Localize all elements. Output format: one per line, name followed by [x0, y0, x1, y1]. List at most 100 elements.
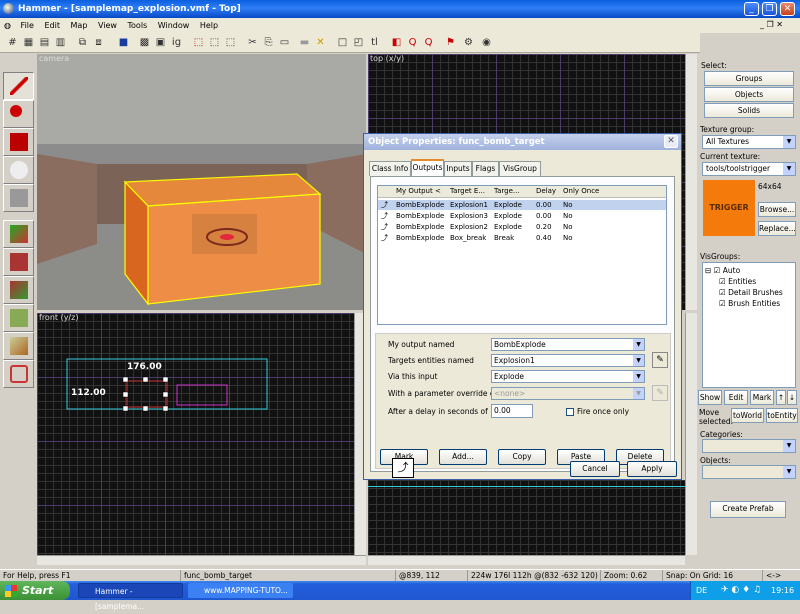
hollow-icon[interactable]: ▣: [154, 36, 167, 49]
visgroup-detail-brushes[interactable]: ☑ Detail Brushes: [719, 288, 783, 297]
down-arrow-icon[interactable]: ↓: [787, 390, 797, 405]
apply-button[interactable]: Apply: [627, 461, 677, 477]
grid-icon[interactable]: #: [6, 36, 19, 49]
align-icon[interactable]: Q: [406, 36, 419, 49]
selection-tool[interactable]: [3, 72, 34, 100]
minimize-button[interactable]: _: [744, 2, 759, 16]
delay-input[interactable]: 0.00: [491, 404, 533, 418]
col-only-once[interactable]: Only Once: [563, 186, 599, 197]
apply-texture-tool[interactable]: [3, 248, 34, 276]
categories-select[interactable]: ▼: [702, 439, 796, 453]
compile-icon[interactable]: ◉: [480, 36, 493, 49]
browse-button[interactable]: Browse...: [758, 202, 796, 217]
menu-edit[interactable]: Edit: [40, 18, 64, 33]
texture-lock-icon[interactable]: ⬚: [192, 36, 205, 49]
taskbar-hammer[interactable]: Hammer - [samplema...: [78, 583, 183, 611]
visgroup-brush-entities[interactable]: ☑ Brush Entities: [719, 299, 780, 308]
texture-group-select[interactable]: All Textures ▼: [702, 135, 796, 149]
top-vscrollbar[interactable]: [685, 54, 697, 310]
objects-button[interactable]: Objects: [704, 87, 794, 102]
front-viewport[interactable]: 176.00 112.00 front (y/z): [37, 313, 366, 555]
settings-icon[interactable]: ⚙: [462, 36, 475, 49]
run-map-icon[interactable]: ⚑: [444, 36, 457, 49]
menu-tools[interactable]: Tools: [124, 18, 152, 33]
edit-button[interactable]: Edit: [724, 390, 748, 405]
entity-tool[interactable]: [3, 156, 34, 184]
copy-button[interactable]: Copy: [498, 449, 546, 465]
targets-select[interactable]: Explosion1 ▼: [491, 354, 645, 367]
add-button[interactable]: Add...: [439, 449, 487, 465]
flip-icon[interactable]: ◧: [390, 36, 403, 49]
close-button[interactable]: ✕: [780, 2, 795, 16]
texture-tool[interactable]: [3, 220, 34, 248]
grid-larger-icon[interactable]: ▤: [38, 36, 51, 49]
list-item[interactable]: ⤴ BombExplode Explosion2 Explode 0.20 No: [378, 222, 666, 232]
clip-tool[interactable]: [3, 332, 34, 360]
grid-smaller-icon[interactable]: ▦: [22, 36, 35, 49]
select-icon[interactable]: □: [336, 36, 349, 49]
copy-tb-icon[interactable]: ⬚: [224, 36, 237, 49]
zoom-icon[interactable]: ◰: [352, 36, 365, 49]
solids-button[interactable]: Solids: [704, 103, 794, 118]
hide-icon[interactable]: ■: [117, 36, 130, 49]
menu-window[interactable]: Window: [154, 18, 194, 33]
to-entity-button[interactable]: toEntity: [766, 408, 798, 423]
list-item[interactable]: ⤴ BombExplode Box_break Break 0.40 No: [378, 233, 666, 243]
fire-once-checkbox[interactable]: [566, 408, 574, 416]
up-arrow-icon[interactable]: ↑: [776, 390, 786, 405]
camera-viewport[interactable]: camera: [37, 54, 366, 310]
copy-icon[interactable]: ⎘: [262, 36, 275, 49]
tab-outputs[interactable]: Outputs: [411, 159, 444, 177]
override-select[interactable]: <none> ▼: [491, 387, 645, 400]
menu-map[interactable]: Map: [67, 18, 92, 33]
objects-select[interactable]: ▼: [702, 465, 796, 479]
carve-icon[interactable]: ▩: [138, 36, 151, 49]
front-hscrollbar[interactable]: [37, 555, 366, 565]
via-input-select[interactable]: Explode ▼: [491, 370, 645, 383]
groups-button[interactable]: Groups: [704, 71, 794, 86]
visgroup-auto[interactable]: ⊟ ☑ Auto: [705, 266, 740, 275]
to-world-button[interactable]: toWorld: [731, 408, 764, 423]
tab-inputs[interactable]: Inputs: [444, 161, 472, 176]
tie-icon[interactable]: ig: [170, 36, 183, 49]
eyedropper-icon[interactable]: ✎: [652, 352, 668, 368]
list-item[interactable]: ⤴ BombExplode Explosion1 Explode 0.00 No: [378, 200, 666, 210]
show-button[interactable]: Show: [698, 390, 722, 405]
side-viewport[interactable]: [368, 480, 685, 555]
overlay-tool[interactable]: [3, 304, 34, 332]
eyedropper-disabled-icon[interactable]: ✎: [652, 385, 668, 401]
block-tool[interactable]: [3, 184, 34, 212]
align2-icon[interactable]: Q: [422, 36, 435, 49]
tab-visgroup[interactable]: VisGroup: [499, 161, 541, 176]
output-wizard-icon[interactable]: ⤴: [392, 458, 414, 478]
decal-tool[interactable]: [3, 276, 34, 304]
menu-file[interactable]: File: [17, 18, 38, 33]
paste-icon[interactable]: ▭: [278, 36, 291, 49]
menu-view[interactable]: View: [94, 18, 121, 33]
scale-icon[interactable]: ✕: [314, 36, 327, 49]
grid-3d-icon[interactable]: ▥: [54, 36, 67, 49]
tab-flags[interactable]: Flags: [472, 161, 499, 176]
cancel-button[interactable]: Cancel: [570, 461, 620, 477]
dialog-close-icon[interactable]: ✕: [664, 135, 678, 148]
undo-icon[interactable]: ▬: [298, 36, 311, 49]
magnify-tool[interactable]: [3, 100, 34, 128]
col-target-input[interactable]: Targe...: [494, 186, 520, 197]
language-indicator[interactable]: DE: [696, 581, 707, 600]
visgroup-entities[interactable]: ☑ Entities: [719, 277, 756, 286]
maximize-button[interactable]: ❐: [762, 2, 777, 16]
vertex-tool[interactable]: [3, 360, 34, 388]
mark-visgroup-button[interactable]: Mark: [750, 390, 774, 405]
tab-class-info[interactable]: Class Info: [369, 161, 411, 176]
ungroup-icon[interactable]: ⧈: [92, 36, 105, 49]
col-my-output[interactable]: My Output <: [396, 186, 441, 197]
doc-icon[interactable]: ◍: [0, 18, 14, 33]
my-output-select[interactable]: BombExplode ▼: [491, 338, 645, 351]
texture-app-icon[interactable]: ⬚: [208, 36, 221, 49]
side-vscrollbar[interactable]: [685, 313, 697, 555]
current-texture-select[interactable]: tools/toolstrigger ▼: [702, 162, 796, 176]
tl-icon[interactable]: tl: [368, 36, 381, 49]
list-item[interactable]: ⤴ BombExplode Explosion3 Explode 0.00 No: [378, 211, 666, 221]
col-delay[interactable]: Delay: [536, 186, 556, 197]
outputs-list[interactable]: My Output < Target E... Targe... Delay O…: [377, 185, 667, 325]
